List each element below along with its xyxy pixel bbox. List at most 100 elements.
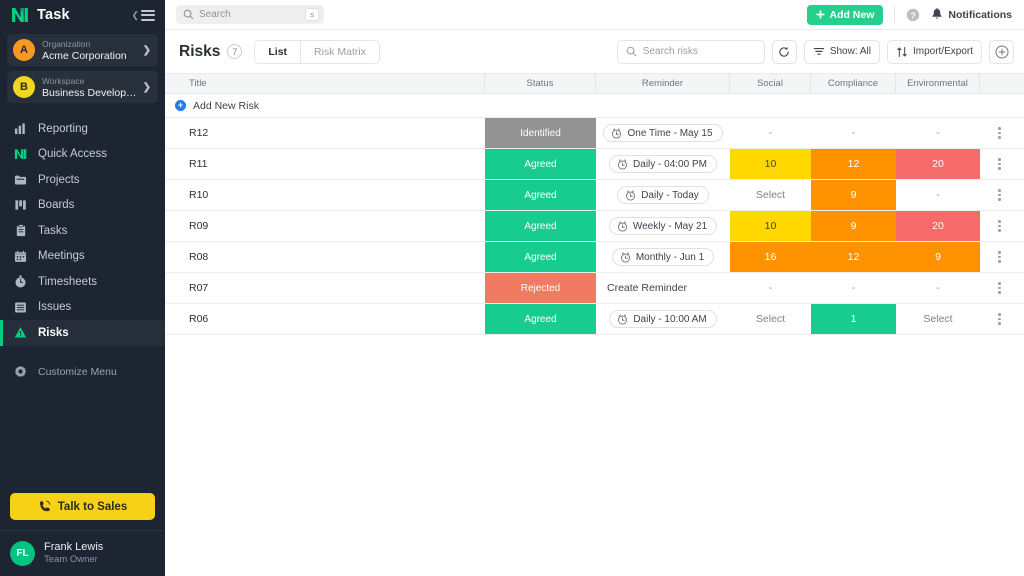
- reminder-cell[interactable]: Daily - Today: [596, 180, 730, 210]
- risk-title-cell[interactable]: R11: [165, 149, 485, 179]
- show-filter-button[interactable]: Show: All: [804, 40, 880, 64]
- reminder-pill[interactable]: Daily - Today: [617, 186, 709, 204]
- environmental-cell[interactable]: Select: [896, 304, 980, 334]
- status-cell[interactable]: Agreed: [485, 211, 596, 241]
- create-reminder-link[interactable]: Create Reminder: [596, 282, 687, 294]
- reminder-cell[interactable]: Monthly - Jun 1: [596, 242, 730, 272]
- reminder-cell[interactable]: Weekly - May 21: [596, 211, 730, 241]
- sidebar-item-reporting[interactable]: Reporting: [0, 116, 165, 142]
- workspace-selector[interactable]: B Workspace Business Developm... ❯: [7, 71, 158, 103]
- user-profile[interactable]: FL Frank Lewis Team Owner: [0, 530, 165, 576]
- status-cell[interactable]: Agreed: [485, 180, 596, 210]
- compliance-cell[interactable]: 12: [811, 149, 896, 179]
- risk-title-cell[interactable]: R10: [165, 180, 485, 210]
- column-header-title[interactable]: Title: [165, 74, 485, 93]
- compliance-cell[interactable]: -: [811, 118, 896, 148]
- kebab-menu-icon[interactable]: [998, 189, 1001, 201]
- environmental-cell[interactable]: -: [896, 273, 980, 303]
- reminder-cell[interactable]: One Time - May 15: [596, 118, 730, 148]
- add-new-risk-row[interactable]: + Add New Risk: [165, 94, 1024, 118]
- kebab-menu-icon[interactable]: [998, 127, 1001, 139]
- compliance-cell[interactable]: 12: [811, 242, 896, 272]
- reminder-cell[interactable]: Daily - 10:00 AM: [596, 304, 730, 334]
- column-header-environmental[interactable]: Environmental: [896, 74, 980, 93]
- table-row[interactable]: R11Agreed Daily - 04:00 PM 101220: [165, 149, 1024, 180]
- risk-title-cell[interactable]: R12: [165, 118, 485, 148]
- column-header-reminder[interactable]: Reminder: [596, 74, 730, 93]
- kebab-menu-icon[interactable]: [998, 251, 1001, 263]
- table-row[interactable]: R12IdentifiedOne Time - May 15---: [165, 118, 1024, 149]
- status-cell[interactable]: Identified: [485, 118, 596, 148]
- row-actions-cell[interactable]: [980, 118, 1019, 148]
- risk-title-cell[interactable]: R08: [165, 242, 485, 272]
- table-row[interactable]: R10Agreed Daily - Today Select9-: [165, 180, 1024, 211]
- reminder-pill[interactable]: Daily - 10:00 AM: [609, 310, 716, 328]
- environmental-cell[interactable]: 20: [896, 211, 980, 241]
- sidebar-item-quick-access[interactable]: Quick Access: [0, 142, 165, 168]
- table-row[interactable]: R06Agreed Daily - 10:00 AM Select1Select: [165, 304, 1024, 335]
- risk-title-cell[interactable]: R07: [165, 273, 485, 303]
- environmental-cell[interactable]: 20: [896, 149, 980, 179]
- column-header-social[interactable]: Social: [730, 74, 811, 93]
- add-new-button[interactable]: Add New: [807, 5, 883, 25]
- tab-risk-matrix[interactable]: Risk Matrix: [300, 41, 379, 63]
- org-selector[interactable]: A Organization Acme Corporation ❯: [7, 34, 158, 66]
- reminder-pill[interactable]: One Time - May 15: [603, 124, 722, 142]
- compliance-cell[interactable]: 9: [811, 180, 896, 210]
- reminder-cell[interactable]: Daily - 04:00 PM: [596, 149, 730, 179]
- global-search-input[interactable]: Search s: [176, 5, 324, 24]
- sidebar-item-projects[interactable]: Projects: [0, 167, 165, 193]
- sidebar-item-timesheets[interactable]: Timesheets: [0, 269, 165, 295]
- row-actions-cell[interactable]: [980, 211, 1019, 241]
- kebab-menu-icon[interactable]: [998, 158, 1001, 170]
- column-header-compliance[interactable]: Compliance: [811, 74, 896, 93]
- risk-search-input[interactable]: Search risks: [617, 40, 765, 64]
- compliance-cell[interactable]: -: [811, 273, 896, 303]
- import-export-button[interactable]: Import/Export: [887, 40, 982, 64]
- status-cell[interactable]: Rejected: [485, 273, 596, 303]
- sidebar-item-boards[interactable]: Boards: [0, 193, 165, 219]
- row-actions-cell[interactable]: [980, 180, 1019, 210]
- environmental-cell[interactable]: 9: [896, 242, 980, 272]
- status-cell[interactable]: Agreed: [485, 149, 596, 179]
- reminder-cell[interactable]: Create Reminder: [596, 273, 730, 303]
- status-cell[interactable]: Agreed: [485, 304, 596, 334]
- notifications-button[interactable]: Notifications: [931, 8, 1012, 21]
- social-cell[interactable]: Select: [730, 180, 811, 210]
- reminder-pill[interactable]: Weekly - May 21: [609, 217, 717, 235]
- reminder-pill[interactable]: Daily - 04:00 PM: [609, 155, 717, 173]
- sidebar-item-issues[interactable]: Issues: [0, 295, 165, 321]
- social-cell[interactable]: 16: [730, 242, 811, 272]
- social-cell[interactable]: 10: [730, 149, 811, 179]
- row-actions-cell[interactable]: [980, 304, 1019, 334]
- sidebar-item-meetings[interactable]: Meetings: [0, 244, 165, 270]
- talk-to-sales-button[interactable]: Talk to Sales: [10, 493, 155, 520]
- collapse-sidebar-icon[interactable]: ❮: [131, 10, 155, 21]
- risk-title-cell[interactable]: R06: [165, 304, 485, 334]
- kebab-menu-icon[interactable]: [998, 313, 1001, 325]
- row-actions-cell[interactable]: [980, 273, 1019, 303]
- reminder-pill[interactable]: Monthly - Jun 1: [612, 248, 714, 266]
- kebab-menu-icon[interactable]: [998, 282, 1001, 294]
- table-row[interactable]: R07RejectedCreate Reminder---: [165, 273, 1024, 304]
- column-header-status[interactable]: Status: [485, 74, 596, 93]
- sidebar-item-tasks[interactable]: Tasks: [0, 218, 165, 244]
- compliance-cell[interactable]: 1: [811, 304, 896, 334]
- social-cell[interactable]: -: [730, 118, 811, 148]
- customize-menu-button[interactable]: Customize Menu: [0, 360, 165, 384]
- add-column-button[interactable]: [989, 40, 1014, 64]
- kebab-menu-icon[interactable]: [998, 220, 1001, 232]
- row-actions-cell[interactable]: [980, 149, 1019, 179]
- risk-title-cell[interactable]: R09: [165, 211, 485, 241]
- table-row[interactable]: R09Agreed Weekly - May 21 10920: [165, 211, 1024, 242]
- status-cell[interactable]: Agreed: [485, 242, 596, 272]
- social-cell[interactable]: Select: [730, 304, 811, 334]
- environmental-cell[interactable]: -: [896, 180, 980, 210]
- help-circle-icon[interactable]: ?: [906, 8, 920, 22]
- social-cell[interactable]: 10: [730, 211, 811, 241]
- sidebar-item-risks[interactable]: Risks: [0, 320, 165, 346]
- table-row[interactable]: R08Agreed Monthly - Jun 1 16129: [165, 242, 1024, 273]
- compliance-cell[interactable]: 9: [811, 211, 896, 241]
- social-cell[interactable]: -: [730, 273, 811, 303]
- refresh-button[interactable]: [772, 40, 797, 64]
